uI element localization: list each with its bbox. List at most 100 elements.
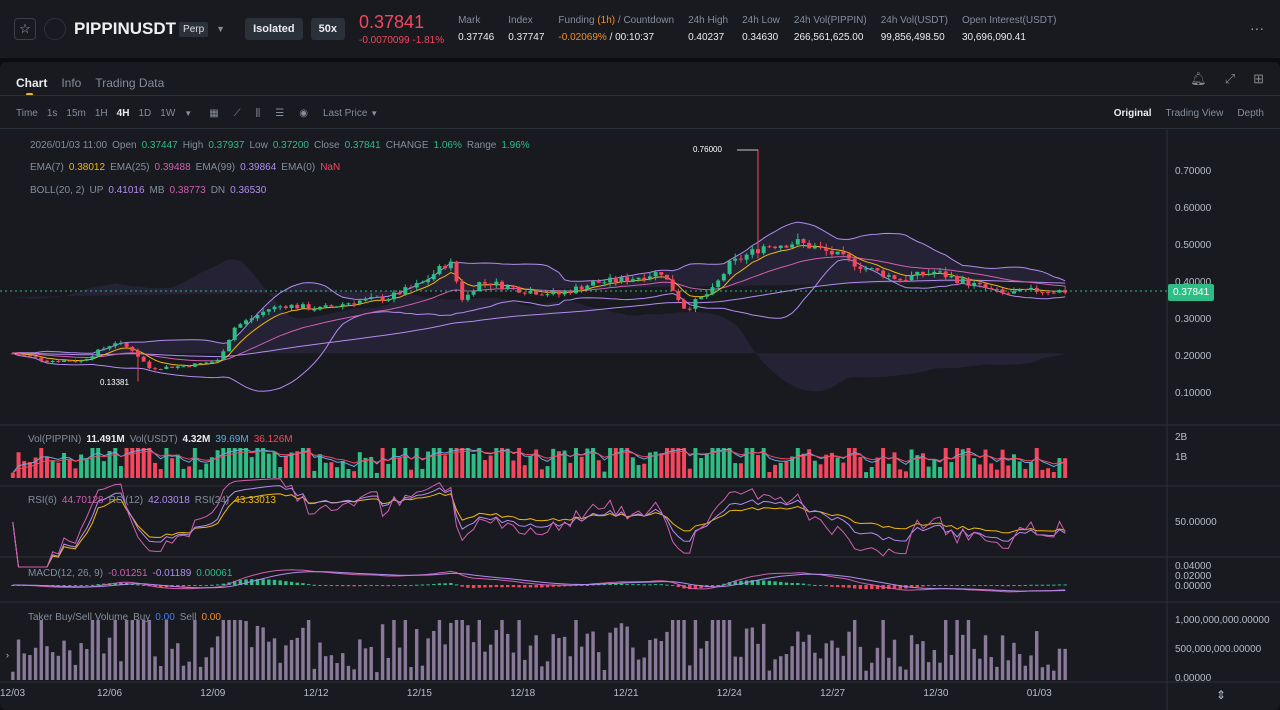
- volume-bar: [693, 448, 698, 478]
- taker-volume-bar: [403, 620, 408, 680]
- macd-histogram-bar: [96, 584, 100, 586]
- taker-volume-bar: [187, 661, 191, 680]
- macd-histogram-bar: [221, 583, 226, 585]
- macd-histogram-bar: [284, 581, 288, 585]
- candle-body: [79, 360, 84, 362]
- volume-bar: [767, 472, 772, 478]
- macd-histogram-bar: [1029, 584, 1033, 586]
- rsi6-line: [12, 478, 1066, 568]
- volume-bar: [335, 467, 340, 478]
- taker-volume-bar: [597, 652, 601, 680]
- volume-bar: [551, 448, 556, 478]
- volume-bar: [983, 449, 988, 478]
- candle-body: [312, 309, 317, 311]
- taker-volume-bar: [420, 665, 425, 680]
- volume-bar: [204, 463, 209, 478]
- taker-volume-bar: [50, 652, 55, 680]
- taker-volume-bar: [159, 666, 163, 680]
- taker-volume-bar: [517, 620, 521, 680]
- candle-body: [346, 303, 351, 305]
- candlestick-chart[interactable]: [0, 0, 1280, 710]
- taker-volume-bar: [688, 665, 692, 680]
- taker-volume-bar: [28, 655, 32, 680]
- taker-volume-bar: [301, 627, 305, 680]
- taker-volume-bar: [744, 628, 749, 680]
- volume-bar: [386, 463, 391, 478]
- macd-histogram-bar: [215, 584, 220, 586]
- candle-body: [238, 324, 243, 328]
- candle-body: [1051, 292, 1056, 294]
- macd-histogram-bar: [989, 585, 993, 586]
- volume-bar: [289, 452, 294, 478]
- candle-body: [721, 274, 726, 281]
- taker-volume-bar: [852, 620, 857, 680]
- candle-body: [704, 294, 709, 297]
- taker-volume-bar: [585, 633, 590, 680]
- candle-body: [505, 285, 510, 289]
- date-axis-label: 12/03: [0, 688, 26, 699]
- fit-scale-icon[interactable]: ⇕: [1216, 688, 1226, 702]
- volume-bar: [357, 452, 362, 478]
- taker-volume-bar: [727, 620, 732, 680]
- volume-bar: [699, 457, 704, 478]
- taker-axis-label: 1,000,000,000.00000: [1175, 615, 1270, 626]
- candle-body: [192, 363, 197, 367]
- volume-bar: [704, 453, 709, 478]
- volume-bar: [1063, 458, 1068, 478]
- taker-volume-bar: [665, 631, 669, 680]
- volume-bar: [568, 462, 573, 478]
- date-axis-label: 12/24: [716, 688, 742, 699]
- candle-body: [647, 276, 652, 280]
- volume-bar: [886, 463, 891, 478]
- candle-body: [363, 298, 368, 301]
- taker-volume-bar: [232, 620, 237, 680]
- volume-bar: [346, 468, 351, 478]
- taker-volume-bar: [1040, 667, 1045, 680]
- candle-body: [10, 353, 15, 355]
- taker-volume-bar: [961, 634, 965, 680]
- macd-histogram-bar: [380, 585, 385, 587]
- volume-bar: [972, 458, 977, 478]
- volume-bar: [824, 454, 829, 478]
- taker-volume-bar: [773, 659, 777, 680]
- macd-histogram-bar: [852, 585, 857, 589]
- date-axis-label: 12/12: [303, 688, 329, 699]
- candle-body: [642, 277, 647, 280]
- volume-bar: [323, 462, 328, 478]
- volume-bar: [62, 452, 67, 478]
- macd-histogram-bar: [779, 581, 783, 585]
- taker-volume-bar: [79, 643, 83, 680]
- taker-volume-bar: [284, 645, 288, 680]
- candle-body: [374, 297, 379, 299]
- volume-bar: [414, 448, 419, 478]
- volume-bar: [340, 460, 345, 478]
- candle-body: [579, 286, 584, 290]
- macd-histogram-bar: [494, 585, 499, 588]
- volume-bar: [192, 448, 197, 478]
- volume-bar: [773, 464, 778, 478]
- volume-bar: [602, 471, 607, 478]
- collapse-arrow-icon[interactable]: ›: [6, 650, 9, 660]
- taker-volume-bar: [210, 647, 214, 680]
- price-axis-label: 0.60000: [1175, 203, 1212, 214]
- volume-bar: [926, 466, 931, 478]
- candle-body: [898, 279, 903, 281]
- taker-volume-bar: [483, 651, 487, 680]
- volume-bar: [420, 468, 425, 478]
- taker-volume-bar: [460, 620, 464, 680]
- volume-bar: [318, 454, 322, 478]
- candle-body: [244, 320, 249, 325]
- macd-histogram-bar: [955, 585, 959, 586]
- taker-volume-bar: [272, 638, 277, 680]
- candle-body: [153, 368, 158, 370]
- candle-body: [1029, 287, 1034, 290]
- taker-volume-bar: [204, 657, 208, 680]
- candle-body: [738, 258, 743, 260]
- macd-histogram-bar: [181, 585, 186, 587]
- taker-volume-bar: [818, 658, 823, 680]
- macd-histogram-bar: [477, 585, 481, 588]
- volume-bar: [409, 469, 414, 478]
- volume-bar: [682, 448, 687, 478]
- volume-bar: [187, 466, 192, 478]
- macd-histogram-bar: [767, 580, 772, 585]
